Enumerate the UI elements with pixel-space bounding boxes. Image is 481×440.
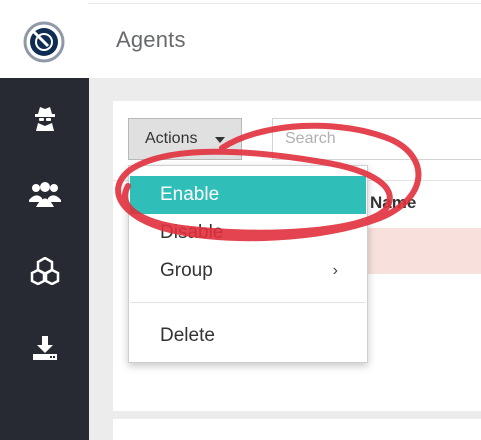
app-header: Agents	[0, 0, 481, 78]
cubes-icon	[30, 257, 60, 285]
sidebar-item-groups[interactable]	[0, 164, 89, 224]
chevron-right-icon: ›	[332, 262, 338, 279]
menu-item-disable[interactable]: Disable	[130, 214, 366, 252]
menu-item-group-label: Group	[160, 260, 213, 281]
menu-divider	[130, 302, 366, 303]
sidebar-item-download[interactable]	[0, 318, 89, 378]
header-divider	[88, 3, 481, 4]
actions-button[interactable]: Actions	[128, 118, 242, 160]
sidebar-item-packages[interactable]	[0, 241, 89, 301]
caret-down-icon	[215, 137, 225, 143]
download-icon	[31, 334, 59, 362]
page-title: Agents	[116, 27, 186, 52]
column-header-name[interactable]: Name	[370, 193, 416, 213]
search-input[interactable]	[272, 118, 481, 160]
actions-button-label: Actions	[145, 130, 198, 147]
menu-item-group[interactable]: Group ›	[130, 252, 366, 290]
logo-icon[interactable]	[23, 21, 65, 63]
menu-item-delete[interactable]: Delete	[130, 317, 366, 355]
panel-footer	[113, 419, 481, 440]
menu-item-enable[interactable]: Enable	[130, 176, 366, 214]
users-icon	[28, 180, 62, 208]
table-row[interactable]	[360, 228, 481, 274]
sidebar	[0, 78, 89, 440]
sidebar-item-agents[interactable]	[0, 88, 89, 148]
spy-icon	[31, 104, 59, 132]
actions-dropdown-menu: Enable Disable Group › Delete	[128, 165, 368, 363]
